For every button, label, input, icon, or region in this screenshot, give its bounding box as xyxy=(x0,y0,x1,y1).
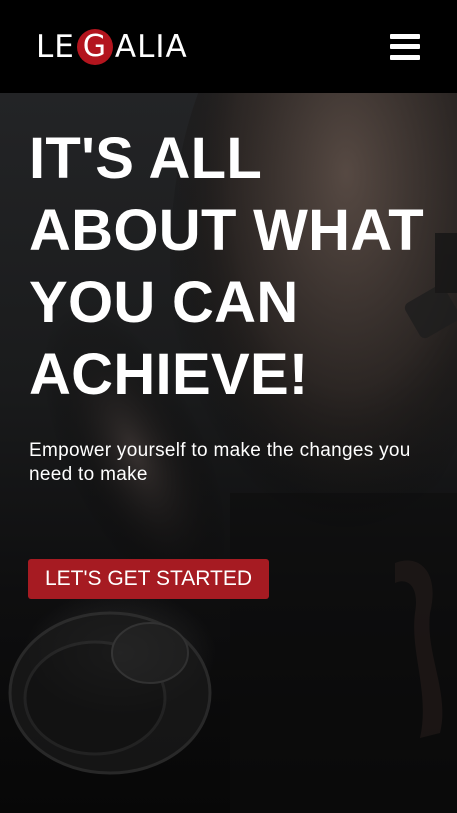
site-header: LE G ALIA xyxy=(0,0,457,93)
hamburger-bar xyxy=(390,44,420,49)
legalia-logo[interactable]: LE G ALIA xyxy=(36,28,188,65)
hamburger-menu-icon[interactable] xyxy=(390,33,420,60)
hero-subtext: Empower yourself to make the changes you… xyxy=(29,440,411,485)
dumbbell-bottom xyxy=(8,611,212,775)
hero-headline: IT'S ALL ABOUT WHAT YOU CAN ACHIEVE! xyxy=(29,126,424,407)
hamburger-bar xyxy=(390,33,420,39)
shorts-shape xyxy=(230,493,457,813)
logo-text-end: ALIA xyxy=(114,28,188,65)
logo-g-badge: G xyxy=(76,28,113,65)
logo-text-highlight: G xyxy=(82,28,107,64)
logo-text-start: LE xyxy=(36,28,75,65)
get-started-button[interactable]: LET'S GET STARTED xyxy=(28,559,269,599)
hamburger-bar xyxy=(390,54,420,60)
